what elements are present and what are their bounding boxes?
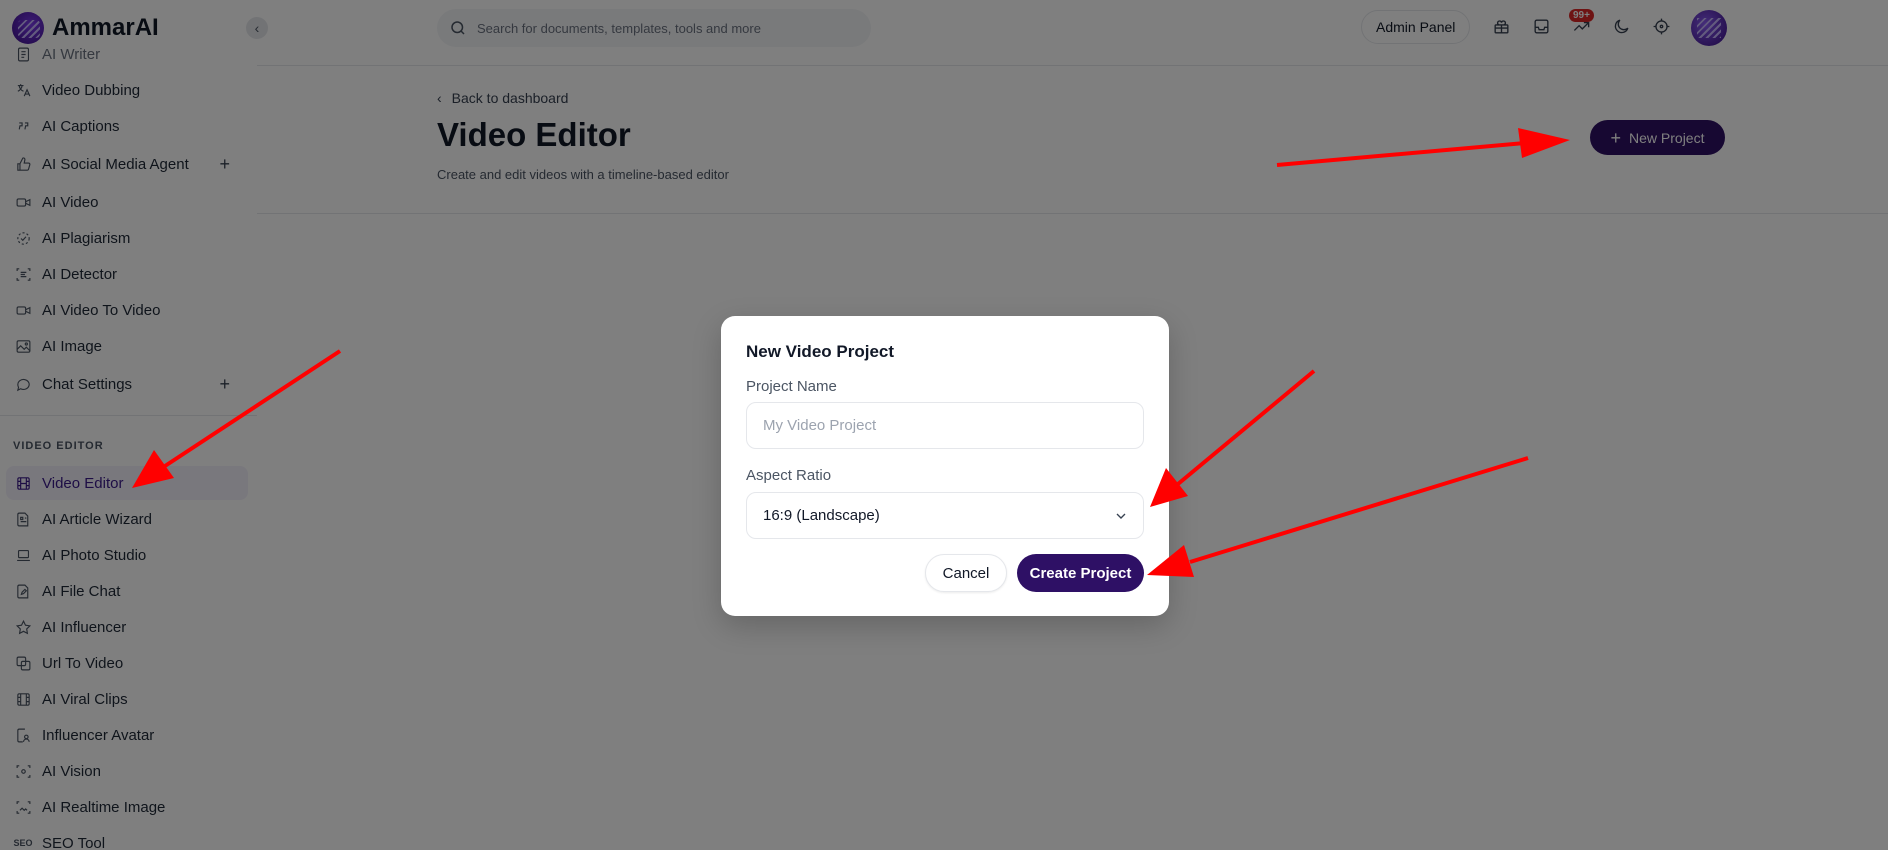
create-project-button[interactable]: Create Project <box>1017 554 1144 592</box>
aspect-ratio-value: 16:9 (Landscape) <box>763 507 880 524</box>
project-name-label: Project Name <box>746 378 837 395</box>
cancel-button[interactable]: Cancel <box>925 554 1007 592</box>
chevron-down-icon <box>1116 513 1126 519</box>
project-name-input[interactable]: My Video Project <box>746 402 1144 449</box>
aspect-ratio-label: Aspect Ratio <box>746 467 832 484</box>
aspect-ratio-select[interactable]: 16:9 (Landscape) <box>746 492 1144 539</box>
new-project-dialog: New Video Project Project Name My Video … <box>721 316 1169 616</box>
project-name-placeholder: My Video Project <box>763 417 877 434</box>
dialog-title: New Video Project <box>746 342 895 361</box>
